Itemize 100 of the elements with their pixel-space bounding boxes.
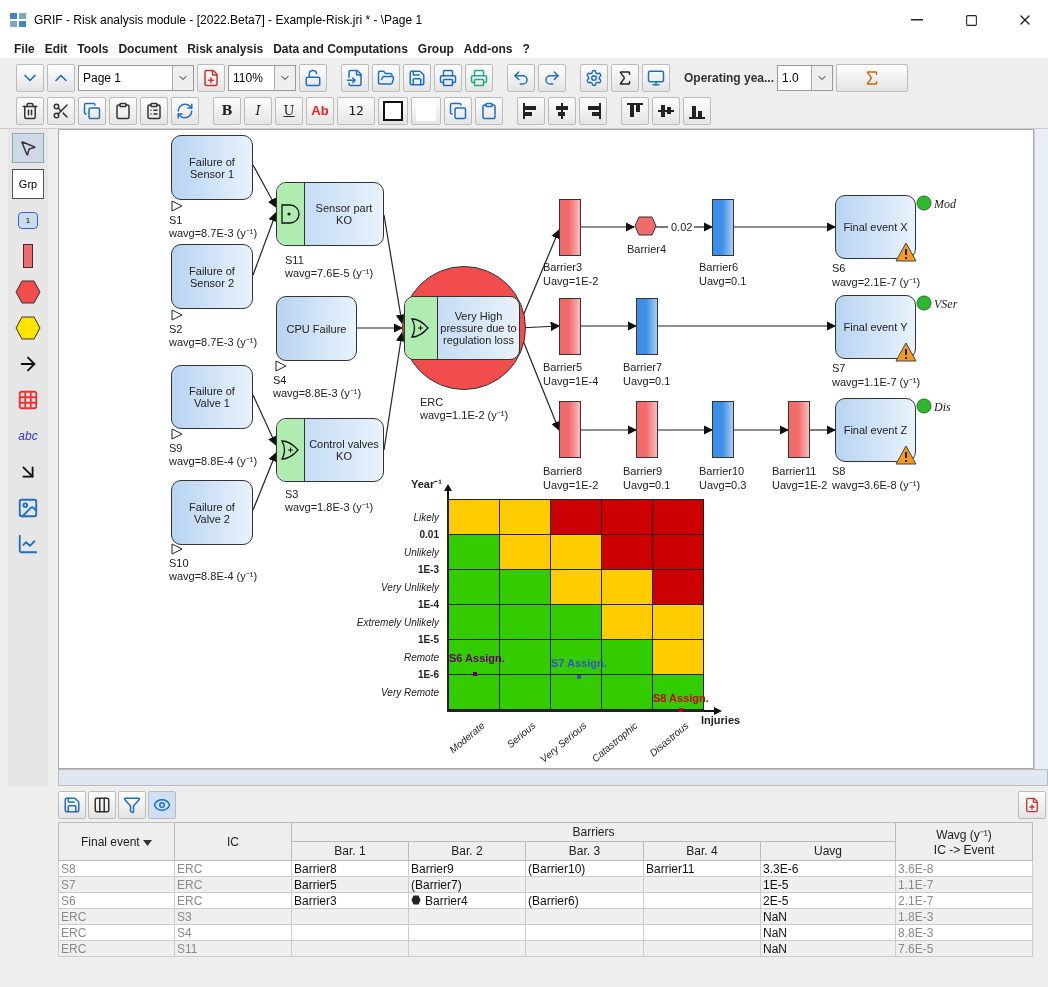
square-icon — [383, 100, 403, 121]
minimize-icon — [911, 19, 923, 21]
add-row-button[interactable] — [1018, 791, 1046, 819]
new-document-button[interactable] — [341, 63, 369, 92]
add-page-button[interactable] — [197, 63, 225, 92]
table-cell: 1E-5 — [760, 876, 896, 893]
severity-label: Dis — [934, 400, 951, 415]
align-top-button[interactable] — [621, 96, 649, 125]
barrier-value: Uavg=0.1 — [699, 275, 747, 288]
menu-item[interactable]: Tools — [77, 42, 109, 56]
align-middle-button[interactable] — [652, 96, 680, 125]
redo-button[interactable] — [538, 63, 566, 92]
column-header[interactable]: IC — [174, 822, 292, 861]
print-preview-button[interactable] — [465, 63, 493, 92]
files-icon — [449, 101, 467, 120]
final-event-node: Final event X — [835, 195, 916, 259]
severity-label: Mod — [934, 197, 956, 212]
page-select[interactable]: Page 1 — [78, 64, 194, 91]
view-button[interactable] — [148, 791, 176, 819]
columns-button[interactable] — [88, 791, 116, 819]
save-button[interactable] — [403, 63, 431, 92]
block-tool[interactable]: 1 — [12, 205, 44, 235]
lock-button[interactable] — [299, 63, 327, 92]
table-cell: 8.8E-3 — [895, 924, 1033, 941]
menu-item[interactable]: ? — [522, 42, 530, 56]
gate-node: Control valves KO — [276, 418, 384, 482]
menu-item[interactable]: Group — [417, 42, 454, 56]
menu-item[interactable]: Add-ons — [463, 42, 513, 56]
frequency-value: wavg=8.8E-3 (y⁻¹) — [273, 387, 362, 400]
frequency-tick: 1E-6 — [416, 668, 439, 681]
table-cell: S7 — [58, 876, 175, 893]
monitor-button[interactable] — [642, 63, 670, 92]
border-color-button[interactable] — [378, 96, 408, 125]
triangle-icon — [171, 309, 183, 321]
frequency-tick: 1E-5 — [416, 633, 439, 646]
compute-button[interactable] — [580, 63, 608, 92]
barrier-name: Barrier11 — [772, 465, 817, 478]
header-label: IC -> Event — [932, 843, 996, 857]
copy-format-button[interactable] — [444, 96, 472, 125]
column-group-header: Barriers — [291, 822, 896, 842]
paste-format-button[interactable] — [475, 96, 503, 125]
menu-item[interactable]: Document — [118, 42, 178, 56]
print-button[interactable] — [434, 63, 462, 92]
scissors-icon — [52, 101, 70, 120]
menu-item[interactable]: Edit — [44, 42, 68, 56]
connector-arrow — [580, 321, 638, 331]
text-tool[interactable]: abc — [12, 421, 44, 451]
paste-button[interactable] — [109, 96, 137, 125]
undo-button[interactable] — [507, 63, 535, 92]
header-label: Wavg (y⁻¹) — [935, 827, 993, 843]
cut-button[interactable] — [47, 96, 75, 125]
group-tool[interactable]: Grp — [12, 169, 44, 199]
menu-item[interactable]: File — [14, 42, 35, 56]
align-bottom-button[interactable] — [683, 96, 711, 125]
previous-button[interactable] — [47, 63, 75, 92]
fill-color-button[interactable] — [411, 96, 441, 125]
delete-button[interactable] — [16, 96, 44, 125]
filter-button[interactable] — [118, 791, 146, 819]
horizontal-scrollbar[interactable] — [58, 769, 1048, 786]
refresh-button[interactable] — [171, 96, 199, 125]
bold-button[interactable]: B — [213, 96, 241, 125]
underline-button[interactable]: U — [275, 96, 303, 125]
italic-button[interactable]: I — [244, 96, 272, 125]
open-button[interactable] — [372, 63, 400, 92]
table-cell: 2E-5 — [760, 892, 896, 909]
barrier-bar-icon — [23, 244, 33, 268]
table-cell: Barrier4 — [408, 892, 526, 909]
text-color-button[interactable]: Ab — [306, 96, 334, 125]
column-header[interactable]: Final event — [58, 822, 175, 861]
app-logo-icon — [10, 13, 26, 27]
select-tool[interactable] — [12, 133, 44, 163]
font-size-button[interactable]: 12 — [337, 96, 375, 125]
align-center-button[interactable] — [548, 96, 576, 125]
vertical-scrollbar[interactable] — [1034, 129, 1048, 769]
table-cell: Barrier9 — [408, 860, 526, 877]
next-button[interactable] — [16, 63, 44, 92]
table-cell: (Barrier7) — [408, 876, 526, 893]
frequency-value: wavg=1.1E-7 (y⁻¹) — [832, 376, 921, 389]
diagram-canvas[interactable] — [58, 129, 1034, 769]
save-table-button[interactable] — [58, 791, 86, 819]
menu-item[interactable]: Data and Computations — [273, 42, 408, 56]
paste-special-button[interactable] — [140, 96, 168, 125]
column-header[interactable]: Wavg (y⁻¹) IC -> Event — [895, 822, 1033, 861]
menu-item[interactable]: Risk analysis — [187, 42, 264, 56]
align-right-button[interactable] — [579, 96, 607, 125]
folder-icon — [377, 68, 395, 87]
align-left-button[interactable] — [517, 96, 545, 125]
likelihood-label: Likely — [412, 511, 439, 524]
sum-button[interactable] — [611, 63, 639, 92]
copy-button[interactable] — [78, 96, 106, 125]
connector-arrow — [733, 425, 790, 435]
zoom-select[interactable]: 110% — [228, 64, 296, 91]
compute-sum-button[interactable] — [836, 63, 909, 92]
event-id: S6 — [832, 262, 846, 275]
eye-icon — [153, 796, 171, 814]
barrier-name: Barrier6 — [699, 261, 739, 274]
event-id: S9 — [169, 442, 183, 455]
operating-years-select[interactable]: 1.0 — [777, 64, 834, 91]
table-cell: NaN — [760, 908, 896, 925]
triangle-icon — [275, 360, 287, 372]
